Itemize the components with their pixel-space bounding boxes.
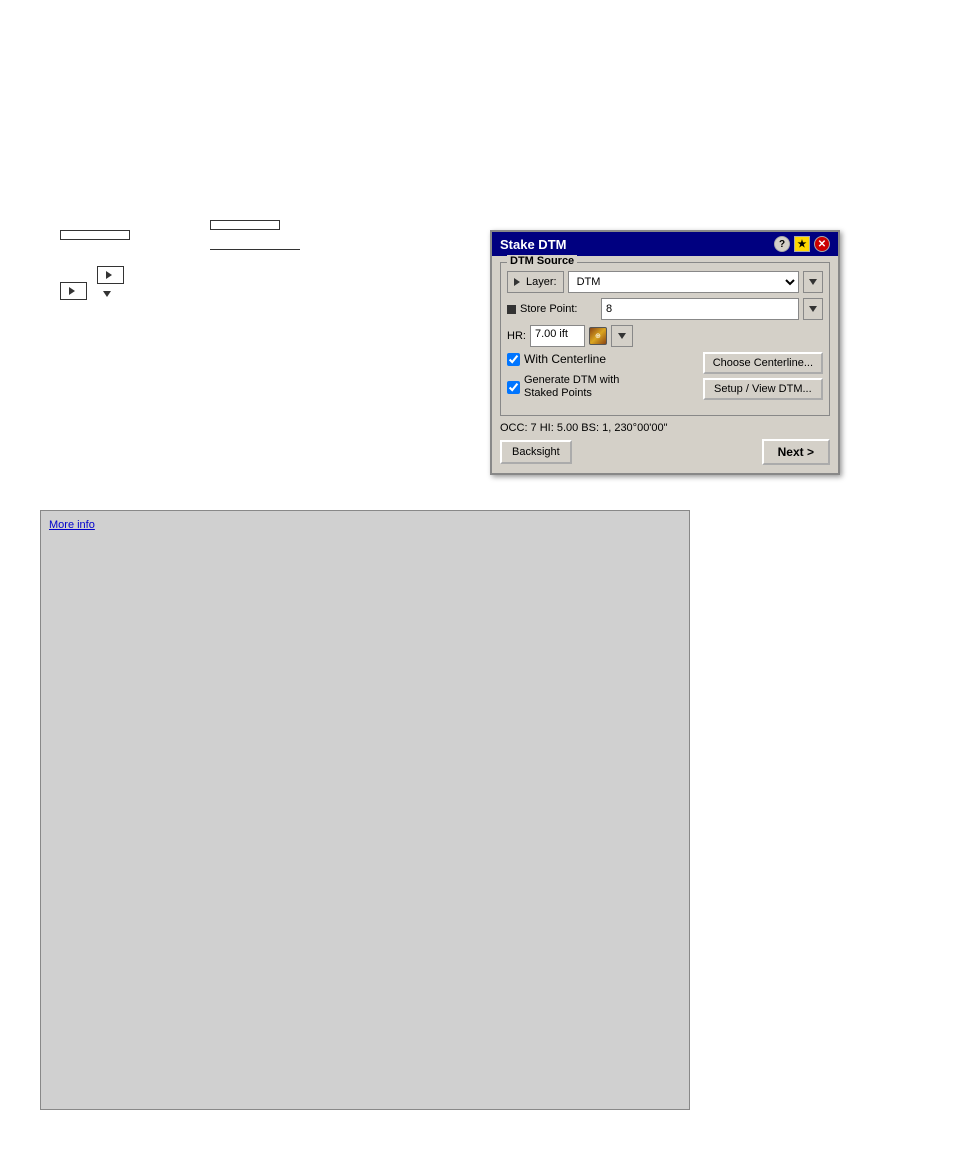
with-centerline-checkbox[interactable]	[507, 353, 520, 366]
title-icons: ? ★ ✕	[774, 236, 830, 252]
hr-value[interactable]: 7.00 ift	[530, 325, 585, 347]
help-icon-btn[interactable]: ?	[774, 236, 790, 252]
store-icon	[507, 305, 516, 314]
hr-dropdown-btn[interactable]	[611, 325, 633, 347]
arrow-right-icon-2	[106, 271, 112, 279]
top-input-area	[60, 220, 300, 300]
dialog-titlebar: Stake DTM ? ★ ✕	[492, 232, 838, 256]
arrow-button-1[interactable]	[60, 282, 87, 300]
bottom-panel: More info	[40, 510, 690, 1110]
layer-dropdown-btn[interactable]	[803, 271, 823, 293]
top-button-1[interactable]	[60, 230, 130, 240]
generate-dtm-label: Generate DTM with Staked Points	[524, 374, 624, 400]
survey-icon-label: ⊕	[595, 332, 601, 340]
layer-triangle-icon	[514, 278, 520, 286]
top-row2	[60, 266, 300, 300]
next-btn[interactable]: Next >	[762, 439, 830, 465]
layer-row: Layer: DTM	[507, 271, 823, 293]
backsight-btn[interactable]: Backsight	[500, 440, 572, 464]
panel-link[interactable]: More info	[49, 519, 95, 531]
dialog-body: DTM Source Layer: DTM	[492, 256, 838, 473]
star-icon-btn[interactable]: ★	[794, 236, 810, 252]
checkbox-buttons-row: With Centerline Generate DTM with Staked…	[507, 352, 823, 404]
arrow-button-2[interactable]	[97, 266, 124, 284]
setup-view-dtm-btn[interactable]: Setup / View DTM...	[703, 378, 823, 400]
generate-dtm-row: Generate DTM with Staked Points	[507, 374, 624, 400]
top-button-2[interactable]	[210, 220, 280, 230]
stake-dtm-dialog: Stake DTM ? ★ ✕ DTM Source	[490, 230, 840, 475]
generate-dtm-checkbox[interactable]	[507, 381, 520, 394]
store-point-input[interactable]	[601, 298, 799, 320]
group-title: DTM Source	[507, 255, 577, 267]
group-content: Layer: DTM Store Point:	[507, 271, 823, 404]
dtm-source-group: DTM Source Layer: DTM	[500, 262, 830, 416]
star-icon: ★	[798, 239, 807, 250]
underline-label-1	[210, 234, 300, 250]
top-row1	[60, 220, 300, 250]
close-icon-btn[interactable]: ✕	[814, 236, 830, 252]
with-centerline-label: With Centerline	[524, 352, 606, 366]
checkboxes-col: With Centerline Generate DTM with Staked…	[507, 352, 624, 404]
hr-arrow-icon	[618, 333, 626, 339]
choose-centerline-btn[interactable]: Choose Centerline...	[703, 352, 823, 374]
dropdown-arrow-icon	[809, 279, 817, 285]
main-page: Stake DTM ? ★ ✕ DTM Source	[0, 0, 954, 1159]
close-icon: ✕	[818, 239, 826, 250]
hr-row: HR: 7.00 ift ⊕	[507, 325, 823, 347]
arrow-down-icon	[103, 291, 111, 297]
help-icon: ?	[779, 239, 785, 250]
store-point-arrow-icon	[809, 306, 817, 312]
arrow-right-icon	[69, 287, 75, 295]
titlebar-left: Stake DTM	[500, 237, 566, 252]
layer-select[interactable]: DTM	[568, 271, 799, 293]
with-centerline-row: With Centerline	[507, 352, 624, 366]
dialog-title: Stake DTM	[500, 237, 566, 252]
bottom-buttons: Backsight Next >	[500, 439, 830, 465]
survey-icon-btn[interactable]: ⊕	[589, 327, 607, 345]
hr-label: HR:	[507, 330, 526, 342]
action-buttons-col: Choose Centerline... Setup / View DTM...	[703, 352, 823, 404]
store-point-dropdown-btn[interactable]	[803, 298, 823, 320]
layer-btn-label: Layer:	[526, 276, 557, 288]
layer-button[interactable]: Layer:	[507, 271, 564, 293]
store-point-row: Store Point:	[507, 298, 823, 320]
store-point-label: Store Point:	[520, 303, 577, 315]
occ-text: OCC: 7 HI: 5.00 BS: 1, 230°00'00"	[500, 422, 830, 434]
